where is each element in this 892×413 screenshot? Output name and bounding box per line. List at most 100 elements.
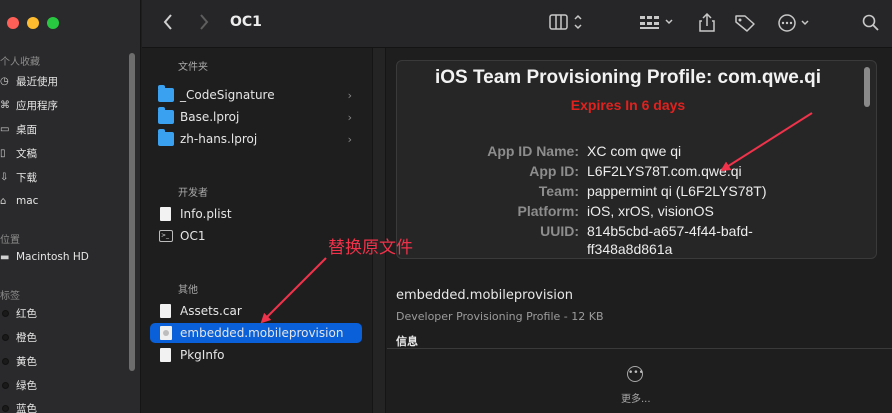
file-name: OC1 <box>180 229 206 243</box>
sidebar-tag-orange[interactable]: 橙色 <box>0 328 37 346</box>
preview-file-name: embedded.mobileprovision <box>396 288 574 303</box>
sidebar-section-locations: 位置 <box>0 235 20 246</box>
back-button[interactable] <box>162 13 174 36</box>
sidebar-item-label: 文稿 <box>16 147 37 160</box>
sidebar-item-macintosh-hd[interactable]: ▬ Macintosh HD <box>0 248 89 266</box>
group-button[interactable] <box>639 13 675 36</box>
row-value: iOS, xrOS, visionOS <box>587 203 714 219</box>
column-divider[interactable] <box>372 48 386 413</box>
chevron-right-icon <box>200 14 209 30</box>
sidebar-item-label: mac <box>16 195 39 207</box>
sidebar-item-label: Macintosh HD <box>16 251 89 263</box>
chevron-right-icon: › <box>347 132 352 146</box>
sidebar-section-tags: 标签 <box>0 291 20 302</box>
home-icon: ⌂ <box>0 195 7 207</box>
sidebar-item-recents[interactable]: ◷ 最近使用 <box>0 72 58 90</box>
file-section-developer: 开发者 <box>178 188 208 199</box>
annotation-text: 替换原文件 <box>328 238 413 258</box>
sidebar-item-label: 橙色 <box>16 331 37 344</box>
file-name: zh-hans.lproj <box>180 132 258 146</box>
close-window-button[interactable] <box>7 17 19 29</box>
card-scrollbar[interactable] <box>864 67 870 107</box>
view-columns-button[interactable] <box>549 13 585 36</box>
tag-button[interactable] <box>734 13 756 38</box>
sidebar-item-label: 黄色 <box>16 355 37 368</box>
document-icon <box>160 348 171 362</box>
zoom-window-button[interactable] <box>47 17 59 29</box>
row-value: XC com qwe qi <box>587 143 682 159</box>
quicklook-card: iOS Team Provisioning Profile: com.qwe.q… <box>396 60 877 259</box>
folder-icon <box>158 85 174 102</box>
file-name: PkgInfo <box>180 348 225 362</box>
ellipsis-circle-icon <box>778 14 809 32</box>
row-key: UUID: <box>540 223 579 239</box>
file-name: _CodeSignature <box>180 88 275 102</box>
file-section-folders: 文件夹 <box>178 62 208 73</box>
document-icon: ▯ <box>0 147 6 159</box>
profile-row-app-id-name: App ID Name: XC com qwe qi <box>397 143 867 163</box>
minimize-window-button[interactable] <box>27 17 39 29</box>
row-key: Platform: <box>517 203 579 219</box>
folder-icon <box>158 129 174 146</box>
file-row-codesignature[interactable]: _CodeSignature › <box>150 85 362 105</box>
profile-row-team: Team: pappermint qi (L6F2LYS78T) <box>397 183 867 203</box>
sidebar-tag-blue[interactable]: 蓝色 <box>0 399 37 413</box>
more-ellipsis-icon[interactable]: ••• <box>627 366 644 382</box>
sidebar-item-label: 下载 <box>16 171 37 184</box>
document-icon <box>160 207 171 221</box>
file-row-pkginfo[interactable]: PkgInfo <box>150 345 362 365</box>
clock-icon: ◷ <box>0 75 9 87</box>
sidebar: 个人收藏 ◷ 最近使用 ⌘ 应用程序 ▭ 桌面 ▯ 文稿 ⇩ 下载 ⌂ mac … <box>0 0 141 413</box>
download-icon: ⇩ <box>0 171 9 183</box>
disk-icon: ▬ <box>0 251 10 263</box>
sidebar-item-label: 应用程序 <box>16 99 58 112</box>
sidebar-item-desktop[interactable]: ▭ 桌面 <box>0 120 37 138</box>
search-button[interactable] <box>862 13 880 38</box>
file-name: Info.plist <box>180 207 232 221</box>
sidebar-item-applications[interactable]: ⌘ 应用程序 <box>0 96 58 114</box>
search-icon <box>862 14 879 31</box>
sidebar-item-home[interactable]: ⌂ mac <box>0 192 38 210</box>
share-button[interactable] <box>698 12 716 38</box>
tag-dot-icon <box>2 333 9 341</box>
more-button-label[interactable]: 更多... <box>621 390 651 405</box>
forward-button[interactable] <box>198 13 210 36</box>
applications-icon: ⌘ <box>0 99 10 111</box>
tag-dot-icon <box>2 404 9 412</box>
sidebar-section-favorites: 个人收藏 <box>0 57 40 68</box>
row-key: App ID Name: <box>487 143 579 159</box>
more-actions-button[interactable] <box>777 13 813 38</box>
divider <box>387 348 892 349</box>
share-icon <box>699 12 715 32</box>
sidebar-item-label: 绿色 <box>16 379 37 392</box>
file-name: Assets.car <box>180 304 242 318</box>
sidebar-scrollbar[interactable] <box>129 53 135 371</box>
file-row-assets-car[interactable]: Assets.car <box>150 301 362 321</box>
grid-icon <box>640 16 673 29</box>
row-value: L6F2LYS78T.com.qwe.qi <box>587 163 742 179</box>
sidebar-item-label: 红色 <box>16 307 37 320</box>
file-row-zh-hans-lproj[interactable]: zh-hans.lproj › <box>150 129 362 149</box>
toolbar: OC1 <box>142 0 892 48</box>
file-section-other: 其他 <box>178 285 198 296</box>
sidebar-item-documents[interactable]: ▯ 文稿 <box>0 144 37 162</box>
terminal-executable-icon: >_ <box>159 230 173 242</box>
file-name: Base.lproj <box>180 110 240 124</box>
sidebar-tag-yellow[interactable]: 黄色 <box>0 352 37 370</box>
sidebar-tag-red[interactable]: 红色 <box>0 304 37 322</box>
file-row-base-lproj[interactable]: Base.lproj › <box>150 107 362 127</box>
row-key: Team: <box>538 183 579 199</box>
row-value: 814b5cbd-a657-4f44-bafd- <box>587 223 753 239</box>
sidebar-item-label: 桌面 <box>16 123 37 136</box>
profile-row-uuid: UUID: 814b5cbd-a657-4f44-bafd- <box>397 223 867 243</box>
file-row-embedded-mobileprovision[interactable]: embedded.mobileprovision <box>150 323 362 343</box>
folder-icon <box>158 107 174 124</box>
info-heading: 信息 <box>396 335 418 348</box>
sidebar-item-downloads[interactable]: ⇩ 下载 <box>0 168 37 186</box>
window-title: OC1 <box>230 14 262 30</box>
sidebar-tag-green[interactable]: 绿色 <box>0 376 37 394</box>
file-row-info-plist[interactable]: Info.plist <box>150 204 362 224</box>
profile-row-platform: Platform: iOS, xrOS, visionOS <box>397 203 867 223</box>
sidebar-item-label: 蓝色 <box>16 402 37 413</box>
row-value: ff348a8d861a <box>587 241 673 257</box>
